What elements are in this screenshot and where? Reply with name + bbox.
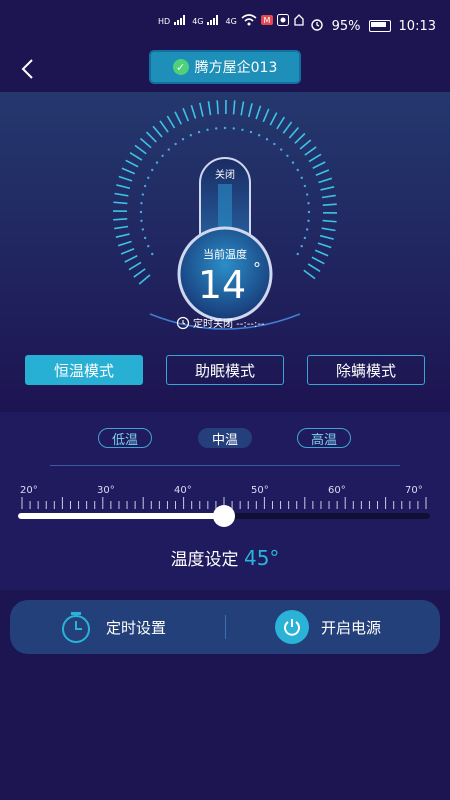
power-on-button[interactable]: 开启电源 [275, 600, 381, 654]
mode-label: 除螨模式 [335, 361, 396, 380]
degree-symbol: ° [253, 259, 261, 278]
network-4g-label-2: 4G [225, 16, 237, 26]
device-selector[interactable]: ✓ 腾方屋企013 [151, 52, 299, 82]
divider [50, 465, 400, 466]
status-bar: HD 4G 4G M 95% 10:13 [0, 0, 450, 52]
mode-label: 恒温模式 [53, 361, 114, 380]
lock-app-icon [293, 14, 305, 28]
level-selector: 低温 中温 高温 [0, 428, 450, 452]
tick-label-50: 50° [251, 485, 269, 496]
svg-text:M: M [263, 16, 270, 25]
mode-label: 助眠模式 [194, 361, 255, 380]
device-name: 腾方屋企013 [194, 60, 278, 76]
slider-handle[interactable] [213, 505, 235, 527]
setting-value: 45° [243, 546, 280, 570]
level-label: 中温 [211, 432, 238, 448]
level-low[interactable]: 低温 [98, 428, 152, 448]
status-right: 95% 10:13 [310, 17, 436, 35]
temperature-gauge: 关闭 当前温度 14 ° 定时关闭 --:--:-- [112, 99, 338, 330]
bottom-bar: 定时设置 开启电源 [10, 600, 440, 654]
level-label: 高温 [310, 432, 337, 448]
hd-label: HD [158, 16, 171, 26]
level-medium[interactable]: 中温 [198, 428, 252, 448]
alarm-icon [310, 17, 324, 35]
setting-label: 温度设定 [170, 550, 239, 570]
signal-icon-2 [207, 15, 221, 27]
check-circle-icon: ✓ [172, 59, 189, 75]
level-label: 低温 [111, 432, 138, 448]
tick-label-30: 30° [97, 485, 115, 496]
back-button[interactable] [18, 54, 38, 90]
wifi-icon [241, 14, 257, 28]
current-temp-label: 当前温度 [203, 247, 247, 261]
mode-constant-temp[interactable]: 恒温模式 [25, 355, 143, 385]
tick-label-20: 20° [20, 485, 38, 496]
power-on-label: 开启电源 [321, 618, 382, 637]
network-4g-label: 4G [192, 16, 204, 26]
mode-tabs: 恒温模式 助眠模式 除螨模式 [0, 355, 450, 395]
tick-label-40: 40° [174, 485, 192, 496]
signal-icon [174, 15, 188, 27]
mode-mite-removal[interactable]: 除螨模式 [307, 355, 425, 385]
timer-off-text: 定时关闭 --:--:-- [193, 317, 265, 330]
header: ✓ 腾方屋企013 [0, 52, 450, 92]
tick-label-60: 60° [328, 485, 346, 496]
notification-icon: M [260, 14, 273, 28]
clock: 10:13 [398, 18, 436, 34]
timer-settings-button[interactable]: 定时设置 [58, 600, 166, 654]
slider-fill [18, 513, 224, 519]
power-icon [275, 610, 309, 644]
bottom-separator [225, 615, 226, 639]
app-icon [276, 14, 289, 28]
chevron-left-icon [21, 59, 33, 79]
tick-label-70: 70° [405, 485, 423, 496]
current-temp-value: 14 [198, 263, 246, 307]
temperature-setting: 温度设定 45° [0, 545, 450, 570]
stopwatch-icon [62, 612, 90, 643]
level-high[interactable]: 高温 [297, 428, 351, 448]
battery-icon [368, 20, 391, 32]
timer-settings-label: 定时设置 [106, 618, 167, 637]
battery-percent: 95% [331, 18, 361, 34]
network-indicators: HD 4G 4G M [158, 14, 305, 28]
mode-sleep[interactable]: 助眠模式 [166, 355, 284, 385]
switch-state: 关闭 [215, 168, 235, 181]
